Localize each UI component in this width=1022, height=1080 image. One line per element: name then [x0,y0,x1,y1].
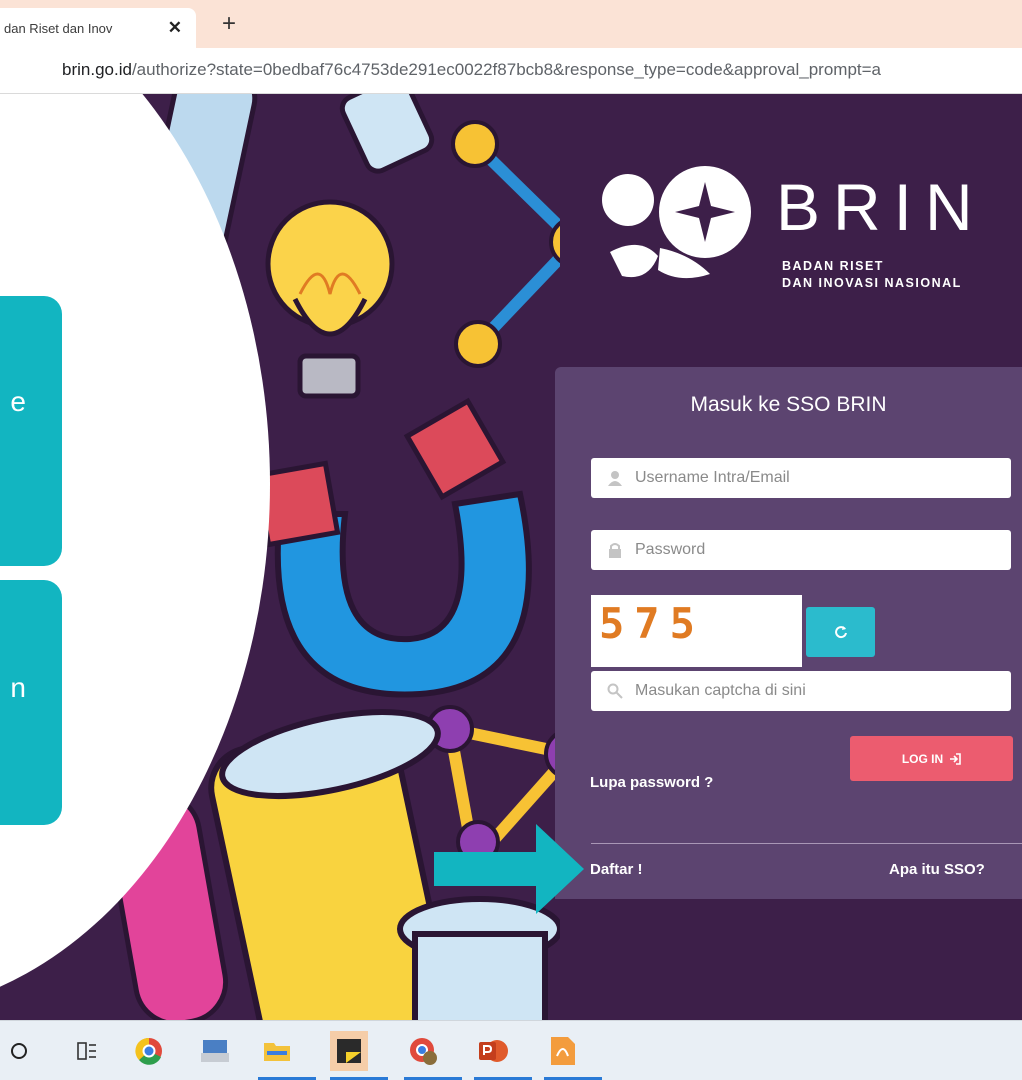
captcha-input[interactable]: Masukan captcha di sini [591,671,1011,711]
captcha-image: 575 [591,595,802,667]
login-panel: Masuk ke SSO BRIN Username Intra/Email P… [555,367,1022,899]
brin-logo-icon [602,166,751,279]
login-button[interactable]: LOG IN [850,736,1013,781]
password-placeholder: Password [635,541,706,558]
brand-subtitle: BADAN RISET DAN INOVASI NASIONAL [782,258,962,292]
about-sso-link[interactable]: Apa itu SSO? [889,861,985,878]
user-icon [608,471,622,486]
brand-subtitle-line-1: BADAN RISET [782,259,884,273]
powerpoint-icon[interactable] [474,1031,532,1080]
task-view-icon[interactable] [68,1031,106,1071]
arrow-right-icon [434,824,584,914]
tab-title: dan Riset dan Inov [4,20,113,36]
forgot-password-link[interactable]: Lupa password ? [590,774,713,791]
brand-name: BRIN [776,170,986,244]
register-link[interactable]: Daftar ! [590,861,643,878]
callout-2-text: n [10,672,26,703]
password-input[interactable]: Password [591,530,1011,570]
callout-1-text: e [10,386,26,417]
refresh-icon [834,626,847,639]
username-placeholder: Username Intra/Email [635,469,790,486]
lock-icon [609,543,621,558]
address-bar[interactable]: brin.go.id/authorize?state=0bedbaf76c475… [0,48,1022,94]
search-icon [607,683,623,699]
brand-subtitle-line-2: DAN INOVASI NASIONAL [782,276,962,290]
search-icon[interactable] [0,1031,38,1071]
url-host: brin.go.id [62,60,132,79]
scanner-icon[interactable] [196,1031,234,1071]
login-title: Masuk ke SSO BRIN [690,393,887,416]
chrome-icon[interactable] [130,1031,168,1071]
file-explorer-icon[interactable] [258,1031,316,1080]
browser-tab[interactable]: dan Riset dan Inov ✕ [0,8,196,48]
login-button-label: LOG IN [901,751,944,766]
username-input[interactable]: Username Intra/Email [591,458,1011,498]
new-tab-button[interactable]: + [222,12,236,36]
url-path: /authorize?state=0bedbaf76c4753de291ec00… [131,60,881,79]
chrome-profile-icon[interactable] [404,1031,462,1080]
close-icon[interactable]: ✕ [168,18,182,38]
taskbar [0,1020,1022,1080]
pdf-icon[interactable] [544,1031,602,1080]
sign-in-icon [950,752,961,765]
page-background: BRIN BADAN RISET DAN INOVASI NASIONAL Ma… [0,94,1022,1020]
tab-bar: dan Riset dan Inov ✕ + [0,0,1022,48]
callout-box-2: n [0,580,62,825]
callout-box-1: e [0,296,62,566]
url-text[interactable]: brin.go.id/authorize?state=0bedbaf76c475… [62,60,1022,80]
sticky-notes-icon[interactable] [330,1031,388,1080]
refresh-captcha-button[interactable] [806,607,875,657]
captcha-placeholder: Masukan captcha di sini [635,682,806,699]
panel-divider [591,843,1022,844]
